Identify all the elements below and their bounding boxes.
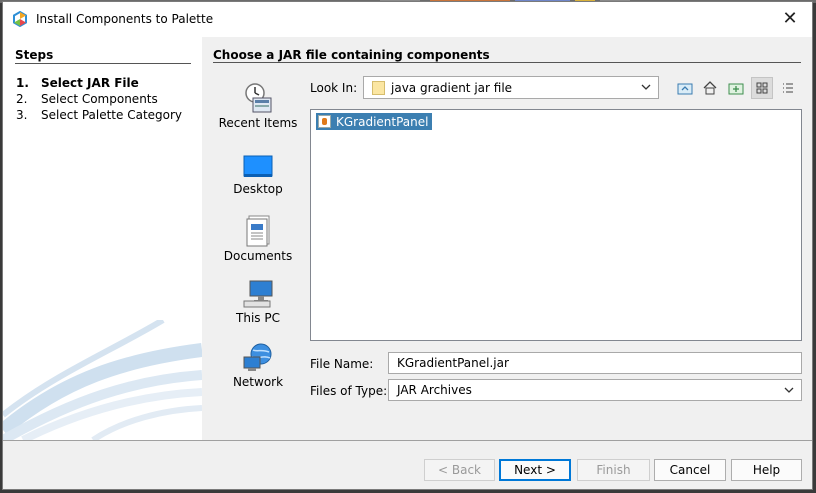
- home-button[interactable]: [699, 77, 721, 99]
- look-in-label: Look In:: [310, 81, 358, 95]
- window-title: Install Components to Palette: [36, 12, 214, 26]
- this-pc-icon: [243, 280, 273, 308]
- folder-icon: [372, 80, 385, 95]
- steps-divider: [15, 63, 191, 64]
- step-3: 3. Select Palette Category: [16, 108, 182, 122]
- netbeans-logo-icon: [13, 11, 27, 27]
- place-recent-items[interactable]: Recent Items: [217, 82, 299, 130]
- help-button[interactable]: Help: [731, 459, 802, 481]
- files-of-type-select[interactable]: JAR Archives: [388, 379, 802, 401]
- chevron-down-icon: [784, 387, 794, 393]
- file-list[interactable]: KGradientPanel: [310, 109, 802, 341]
- place-network[interactable]: Network: [217, 343, 299, 389]
- place-label: Recent Items: [218, 116, 298, 130]
- file-name-text: KGradientPanel: [336, 114, 429, 129]
- back-button[interactable]: < Back: [424, 459, 495, 481]
- list-view-button[interactable]: [751, 77, 773, 99]
- place-label: Documents: [223, 249, 293, 263]
- jar-file-icon: [318, 115, 331, 128]
- documents-icon: [246, 215, 270, 247]
- list-view-icon: [756, 82, 768, 94]
- step-label: Select JAR File: [41, 76, 139, 90]
- file-name-input[interactable]: KGradientPanel.jar: [388, 352, 802, 374]
- steps-heading: Steps: [15, 48, 54, 62]
- step-number: 1.: [16, 76, 29, 90]
- place-label: This PC: [236, 311, 280, 325]
- next-button[interactable]: Next >: [499, 459, 571, 481]
- decorative-swoosh-graphic: [3, 320, 202, 440]
- close-button[interactable]: ✕: [768, 2, 812, 35]
- files-of-type-value: JAR Archives: [397, 383, 472, 397]
- up-folder-button[interactable]: [674, 77, 696, 99]
- install-components-dialog: Install Components to Palette ✕ Steps 1.…: [2, 1, 813, 490]
- details-view-button[interactable]: [777, 77, 799, 99]
- details-view-icon: [783, 83, 793, 93]
- network-icon: [243, 343, 272, 371]
- step-number: 2.: [16, 92, 28, 106]
- step-1: 1. Select JAR File: [16, 76, 139, 90]
- files-of-type-label: Files of Type:: [310, 384, 388, 398]
- up-folder-icon: [677, 83, 693, 95]
- home-icon: [703, 81, 717, 95]
- place-label: Desktop: [233, 182, 283, 196]
- look-in-combobox[interactable]: java gradient jar file: [363, 76, 659, 99]
- cancel-button[interactable]: Cancel: [654, 459, 726, 481]
- step-label: Select Components: [41, 92, 158, 106]
- recent-items-icon: [245, 83, 272, 113]
- button-bar-divider: [3, 440, 812, 441]
- file-name-label: File Name:: [310, 357, 374, 371]
- place-desktop[interactable]: Desktop: [217, 154, 299, 196]
- place-label: Network: [232, 375, 284, 389]
- chevron-down-icon: [641, 84, 651, 90]
- step-2: 2. Select Components: [16, 92, 158, 106]
- new-folder-button[interactable]: [725, 77, 747, 99]
- step-number: 3.: [16, 108, 28, 122]
- new-folder-icon: [728, 83, 744, 95]
- main-divider: [213, 62, 801, 63]
- file-item-selected[interactable]: KGradientPanel: [316, 113, 433, 130]
- place-this-pc[interactable]: This PC: [217, 279, 299, 325]
- step-label: Select Palette Category: [41, 108, 183, 122]
- finish-button[interactable]: Finish: [577, 459, 650, 481]
- place-documents[interactable]: Documents: [217, 215, 299, 263]
- close-icon: ✕: [782, 8, 798, 29]
- title-bar: Install Components to Palette ✕: [3, 2, 812, 37]
- main-heading: Choose a JAR file containing components: [213, 48, 490, 62]
- look-in-value: java gradient jar file: [391, 80, 513, 95]
- steps-panel: Steps 1. Select JAR File 2. Select Compone…: [3, 37, 202, 440]
- desktop-icon: [243, 155, 273, 177]
